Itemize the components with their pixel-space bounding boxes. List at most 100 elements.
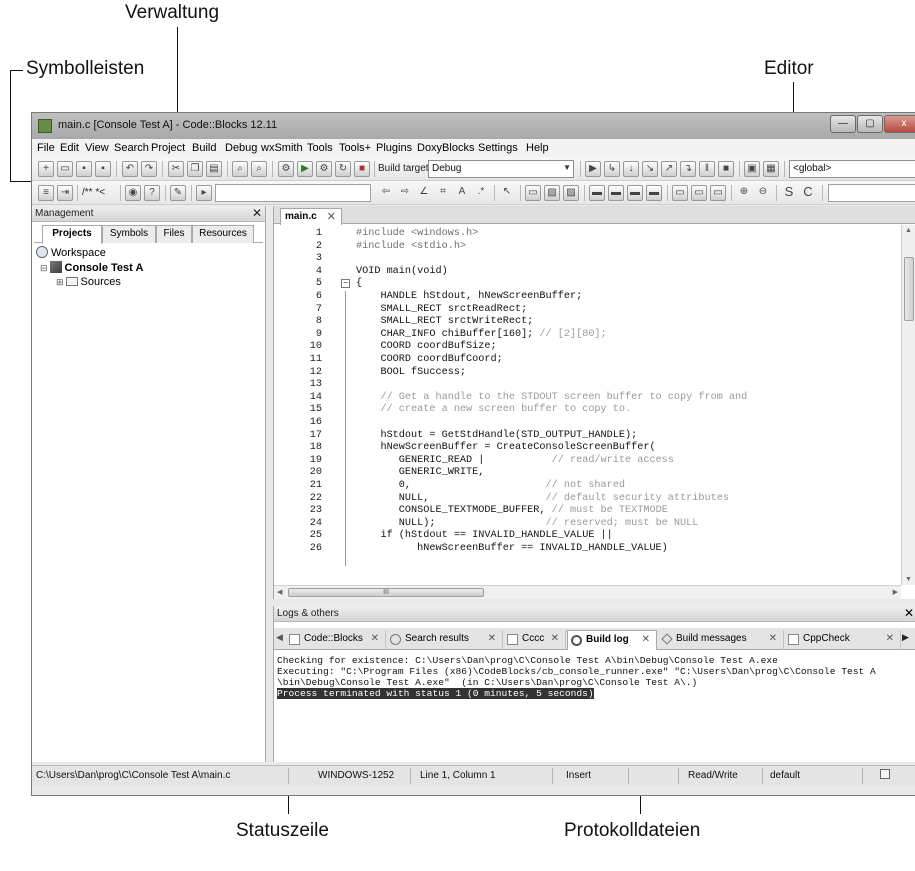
undo-icon[interactable]: ↶ [122,161,138,177]
redo-icon[interactable]: ↷ [141,161,157,177]
shape-icon[interactable]: ▭ [525,185,541,201]
select-icon[interactable]: ↖ [499,185,515,201]
close-tab-icon[interactable]: ✕ [769,630,777,648]
code-area[interactable]: 1 #include <windows.h> 2 #include <stdio.h>… [274,225,902,585]
toolbar-text-field[interactable] [828,184,915,202]
panel-2-icon[interactable]: ▭ [691,185,707,201]
tab-build-log[interactable]: Build log ✕ [567,630,657,650]
close-button[interactable]: x [884,115,915,133]
scroll-up-icon[interactable]: ▲ [905,227,912,234]
menu-debug[interactable]: Debug [225,142,257,154]
panel-3-icon[interactable]: ▭ [710,185,726,201]
stop-debugger-icon[interactable]: ■ [718,161,734,177]
save-all-icon[interactable]: ▪ [95,161,111,177]
new-file-icon[interactable]: + [38,161,54,177]
menu-help[interactable]: Help [526,142,549,154]
close-tab-icon[interactable]: ✕ [371,630,379,648]
open-file-icon[interactable]: ▭ [57,161,73,177]
close-tab-icon[interactable]: ✕ [886,630,894,648]
paste-icon[interactable]: ▤ [206,161,222,177]
menu-plugins[interactable]: Plugins [376,142,412,154]
menu-file[interactable]: File [37,142,55,154]
image-alt-icon[interactable]: ▨ [563,185,579,201]
tree-item-workspace[interactable]: Workspace [36,246,106,259]
zoom-out-icon[interactable]: ⊖ [755,185,771,201]
run-icon[interactable]: ▶ [297,161,313,177]
menu-project[interactable]: Project [151,142,185,154]
layout-4-icon[interactable]: ▬ [646,185,662,201]
debug-run-icon[interactable]: ▶ [585,161,601,177]
expand-icon[interactable]: ⊞ [56,277,64,287]
search-input[interactable] [215,184,371,202]
next-instruction-icon[interactable]: ↴ [680,161,696,177]
layout-3-icon[interactable]: ▬ [627,185,643,201]
debug-info-icon[interactable]: ▦ [763,161,779,177]
pause-icon[interactable]: ‖ [699,161,715,177]
next-line-icon[interactable]: ↓ [623,161,639,177]
scope-select[interactable]: <global> [789,160,915,178]
build-and-run-icon[interactable]: ⚙ [316,161,332,177]
doxy-comment-label[interactable]: /** *< [82,187,105,198]
find-icon[interactable]: ⌕ [232,161,248,177]
regex-icon[interactable]: .* [473,185,489,201]
maximize-button[interactable]: ▢ [857,115,883,133]
tree-item-project[interactable]: ⊟ Console Test A [40,261,143,274]
highlight-icon[interactable]: ∠ [416,185,432,201]
s-icon[interactable]: S [781,185,797,201]
menu-search[interactable]: Search [114,142,149,154]
forward-arrow-icon[interactable]: ⇨ [397,185,413,201]
debug-windows-icon[interactable]: ▣ [744,161,760,177]
find-text-icon[interactable]: ⌗ [435,185,451,201]
match-case-icon[interactable]: A [454,185,470,201]
c-icon[interactable]: C [800,185,816,201]
doxy-chm-icon[interactable]: ? [144,185,160,201]
menu-view[interactable]: View [85,142,109,154]
tree-item-sources[interactable]: ⊞ Sources [56,276,121,288]
tab-symbols[interactable]: Symbols [102,225,156,243]
close-tab-icon[interactable]: ✕ [327,210,336,223]
back-arrow-icon[interactable]: ⇦ [378,185,394,201]
panel-1-icon[interactable]: ▭ [672,185,688,201]
menu-edit[interactable]: Edit [60,142,79,154]
scroll-right-icon[interactable]: ▶ [893,588,898,596]
build-target-select[interactable]: Debug ▼ [428,160,574,178]
horizontal-scrollbar[interactable]: ◀ III ▶ [274,585,901,599]
collapse-icon[interactable]: ⊟ [40,263,48,273]
rebuild-icon[interactable]: ↻ [335,161,351,177]
menu-wxsmith[interactable]: wxSmith [261,142,303,154]
horizontal-scroll-thumb[interactable]: III [288,588,484,597]
vertical-scroll-thumb[interactable] [904,257,914,321]
layout-1-icon[interactable]: ▬ [589,185,605,201]
doxy-config-icon[interactable]: ✎ [170,185,186,201]
menu-build[interactable]: Build [192,142,216,154]
tab-files[interactable]: Files [156,225,192,243]
image-icon[interactable]: ▨ [544,185,560,201]
save-icon[interactable]: ▪ [76,161,92,177]
menu-tools-plus[interactable]: Tools+ [339,142,371,154]
code-completion-icon[interactable]: ▸ [196,185,212,201]
step-out-icon[interactable]: ↗ [661,161,677,177]
abort-icon[interactable]: ■ [354,161,370,177]
zoom-in-icon[interactable]: ⊕ [736,185,752,201]
doxywizard-icon[interactable]: ≡ [38,185,54,201]
close-tab-icon[interactable]: ✕ [488,630,496,648]
tab-build-messages[interactable]: Build messages ✕ [658,630,784,650]
close-tab-icon[interactable]: ✕ [642,631,650,649]
build-icon[interactable]: ⚙ [278,161,294,177]
tab-resources[interactable]: Resources [192,225,254,243]
tab-projects[interactable]: Projects [42,225,102,244]
tab-main-c[interactable]: main.c ✕ [280,208,342,225]
tab-codeblocks-log[interactable]: Code::Blocks ✕ [286,630,386,650]
copy-icon[interactable]: ❐ [187,161,203,177]
tab-search-results[interactable]: Search results ✕ [387,630,503,650]
run-to-cursor-icon[interactable]: ↳ [604,161,620,177]
vertical-scrollbar[interactable]: ▲ ▼ [901,225,915,585]
menu-tools[interactable]: Tools [307,142,333,154]
close-icon[interactable]: ✕ [904,606,914,620]
tab-scroll-right-icon[interactable]: ▶ [902,632,909,643]
scroll-down-icon[interactable]: ▼ [905,576,912,583]
close-tab-icon[interactable]: ✕ [551,630,559,648]
tab-cppcheck[interactable]: CppCheck ✕ [785,630,901,650]
fold-collapse-icon[interactable]: − [341,279,350,289]
tab-cccc[interactable]: Cccc ✕ [504,630,566,650]
